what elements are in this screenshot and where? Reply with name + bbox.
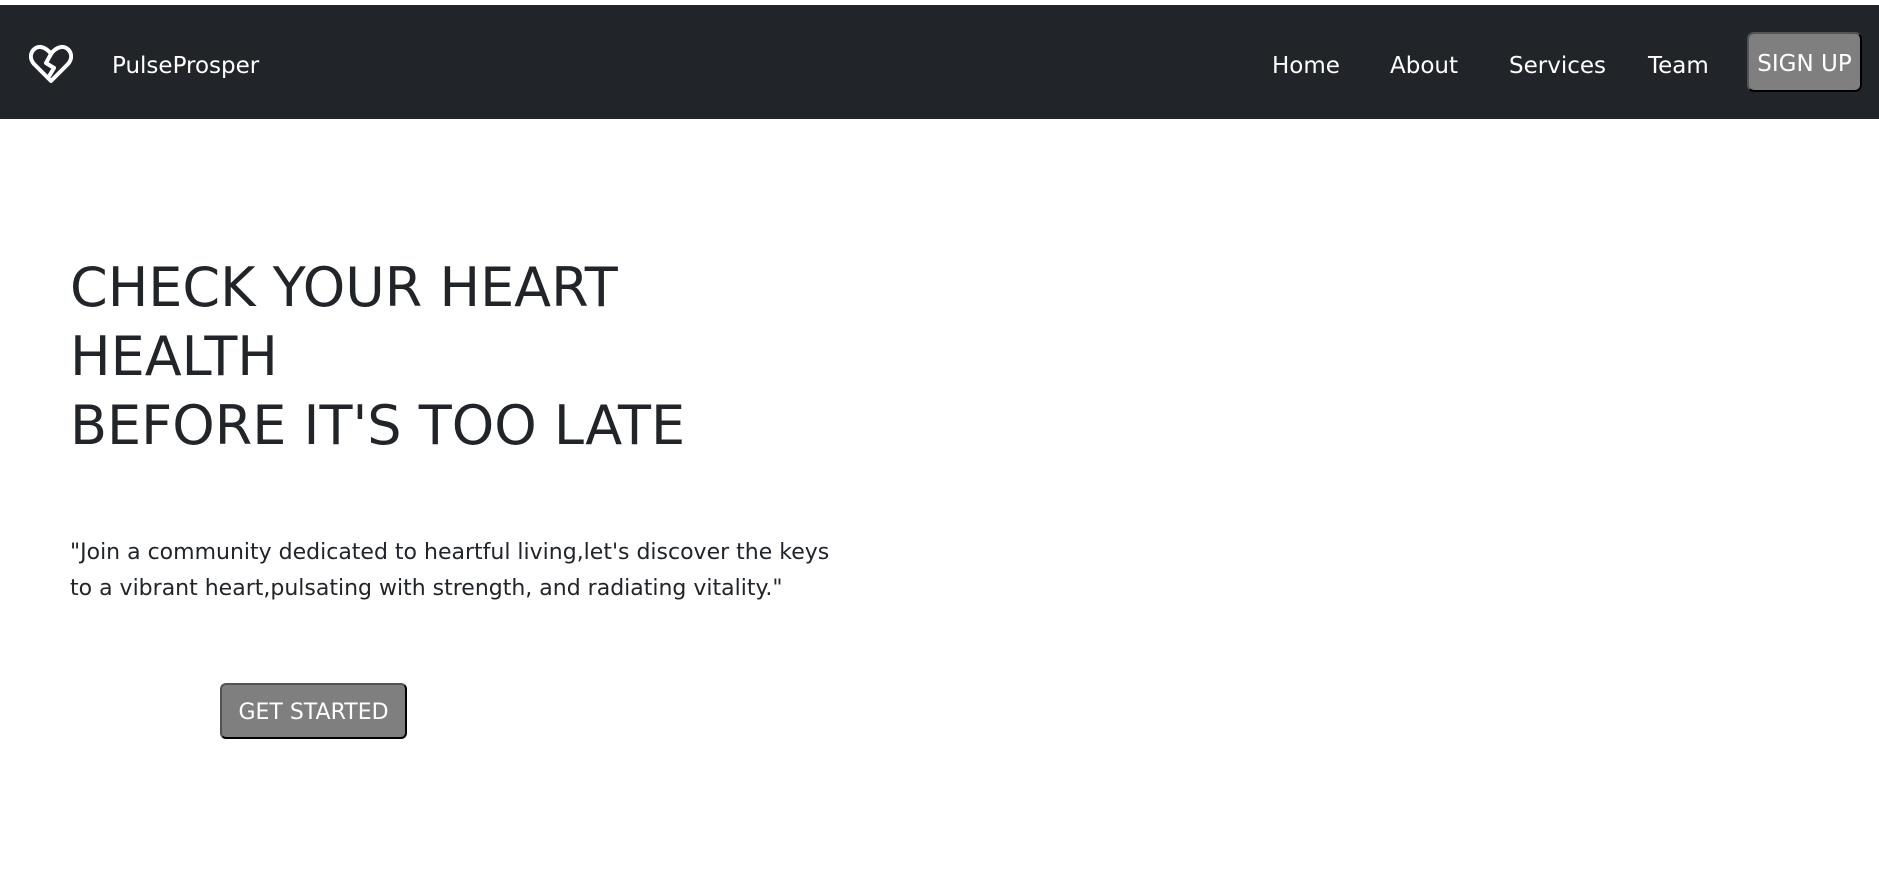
nav-link-about[interactable]: About [1390,51,1458,81]
hero-title-line: HEALTH [70,325,278,388]
nav-link-team[interactable]: Team [1648,51,1709,81]
hero-title-line: CHECK YOUR HEART [70,256,618,319]
nav-link-services[interactable]: Services [1509,51,1606,81]
brand-name[interactable]: PulseProsper [112,51,259,81]
hero-quote-line: to a vibrant heart,pulsating with streng… [70,576,783,601]
hero-quote-line: "Join a community dedicated to heartful … [70,540,830,565]
top-navbar: PulseProsper Home About Services Team SI… [0,5,1879,119]
get-started-button[interactable]: GET STARTED [220,683,407,739]
hero-title: CHECK YOUR HEART HEALTH BEFORE IT'S TOO … [70,253,830,460]
nav-link-home[interactable]: Home [1272,51,1340,81]
hero-quote: "Join a community dedicated to heartful … [70,535,830,607]
sign-up-button[interactable]: SIGN UP [1747,32,1862,92]
broken-heart-logo-icon[interactable] [29,44,73,84]
hero-title-line: BEFORE IT'S TOO LATE [70,394,686,457]
